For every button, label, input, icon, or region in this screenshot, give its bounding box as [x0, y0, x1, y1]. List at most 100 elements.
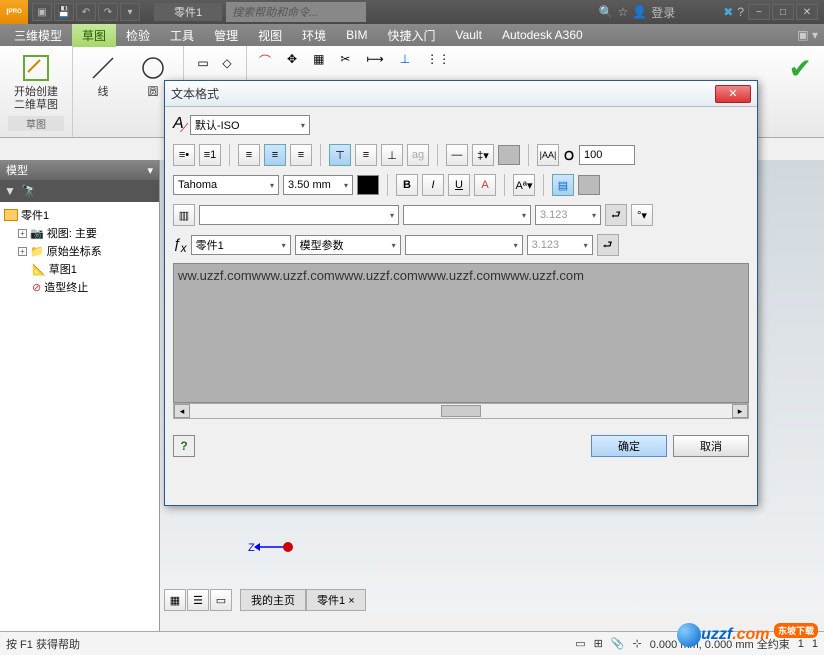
- italic-button[interactable]: I: [422, 174, 444, 196]
- star-icon[interactable]: ☆: [618, 5, 629, 19]
- valign-top-icon[interactable]: ⊤: [329, 144, 351, 166]
- tab-view[interactable]: 视图: [248, 24, 292, 47]
- filter-icon[interactable]: ▼: [4, 184, 16, 198]
- strike-button[interactable]: A: [474, 174, 496, 196]
- line-spacing-icon[interactable]: —: [446, 144, 468, 166]
- align-left-icon[interactable]: ≡: [238, 144, 260, 166]
- horizontal-scrollbar[interactable]: ◂ ▸: [173, 403, 749, 419]
- fit-icon[interactable]: |AA|: [537, 144, 559, 166]
- start-2d-sketch-button[interactable]: 开始创建 二维草图: [8, 50, 64, 114]
- insert-field1-button[interactable]: ⮐: [605, 204, 627, 226]
- save-icon[interactable]: 💾: [54, 3, 74, 21]
- view-tab-icon[interactable]: ▭: [210, 589, 232, 611]
- highlight-swatch[interactable]: [578, 175, 600, 195]
- open-icon[interactable]: ▣: [32, 3, 52, 21]
- help-icon[interactable]: ?: [737, 5, 744, 19]
- x-app-icon[interactable]: ✖: [723, 5, 733, 19]
- help-search-input[interactable]: 搜索帮助和命令...: [226, 2, 366, 22]
- tab-tools[interactable]: 工具: [160, 24, 204, 47]
- tree-sketch1[interactable]: 📐草图1: [4, 260, 155, 278]
- bullet-list-icon[interactable]: ≡•: [173, 144, 195, 166]
- precision2-combo[interactable]: 3.123▾: [527, 235, 593, 255]
- stretch-input[interactable]: [579, 145, 635, 165]
- tab-manage[interactable]: 管理: [204, 24, 248, 47]
- scroll-right-icon[interactable]: ▸: [732, 404, 748, 418]
- text-style-combo[interactable]: 默认-ISO▾: [190, 115, 310, 135]
- redo-icon[interactable]: ↷: [98, 3, 118, 21]
- browser-dropdown-icon[interactable]: ▾: [147, 164, 153, 177]
- doctab[interactable]: 零件1 ×: [306, 589, 366, 611]
- undo-icon[interactable]: ↶: [76, 3, 96, 21]
- spacing-dd-icon[interactable]: ‡▾: [472, 144, 494, 166]
- column-icon[interactable]: ▥: [173, 204, 195, 226]
- tab-getstarted[interactable]: 快捷入门: [377, 24, 445, 47]
- symbol-icon[interactable]: ▤: [552, 174, 574, 196]
- title-bar: IPRO ▣ 💾 ↶ ↷ ▾ 零件1 搜索帮助和命令... 🔍 ☆ 👤 登录 ✖…: [0, 0, 824, 24]
- close-button[interactable]: ✕: [796, 4, 818, 20]
- tab-environment[interactable]: 环境: [292, 24, 336, 47]
- line-tool[interactable]: 线: [81, 50, 125, 101]
- tab-a360[interactable]: Autodesk A360: [492, 25, 593, 45]
- tab-vault[interactable]: Vault: [445, 25, 491, 45]
- qat-dropdown-icon[interactable]: ▾: [120, 3, 140, 21]
- scroll-left-icon[interactable]: ◂: [174, 404, 190, 418]
- param-source-combo[interactable]: 零件1▾: [191, 235, 291, 255]
- view-mode-icon[interactable]: ▦: [164, 589, 186, 611]
- spacing-swatch[interactable]: [498, 145, 520, 165]
- maximize-button[interactable]: □: [772, 4, 794, 20]
- view-list-icon[interactable]: ☰: [187, 589, 209, 611]
- tree-root[interactable]: 零件1: [4, 206, 155, 224]
- hometab[interactable]: 我的主页: [240, 589, 306, 611]
- ok-button[interactable]: 确定: [591, 435, 667, 457]
- model-browser: 模型 ▾ ▼ 🔭 零件1 +📷视图: 主要 +📁原始坐标系 📐草图1 ⊘造型终止: [0, 160, 160, 631]
- valign-mid-icon[interactable]: ≡: [355, 144, 377, 166]
- text-color-swatch[interactable]: [357, 175, 379, 195]
- minimize-button[interactable]: −: [748, 4, 770, 20]
- login-link[interactable]: 登录: [651, 4, 675, 21]
- field-combo[interactable]: ▾: [403, 205, 531, 225]
- caps-icon[interactable]: Aª▾: [513, 174, 535, 196]
- cancel-button[interactable]: 取消: [673, 435, 749, 457]
- source-combo[interactable]: ▾: [199, 205, 399, 225]
- font-combo[interactable]: Tahoma▾: [173, 175, 279, 195]
- binoculars-icon[interactable]: 🔭: [22, 184, 37, 198]
- status-snap-icon[interactable]: ⊹: [633, 637, 642, 650]
- status-icon3[interactable]: 📎: [611, 637, 625, 650]
- number-list-icon[interactable]: ≡1: [199, 144, 221, 166]
- tab-close-icon[interactable]: ×: [348, 595, 354, 607]
- align-center-icon[interactable]: ≡: [264, 144, 286, 166]
- tab-3dmodel[interactable]: 三维模型: [4, 24, 72, 47]
- origin-marker: Z: [248, 539, 298, 555]
- dialog-close-button[interactable]: ✕: [715, 85, 751, 103]
- tab-inspect[interactable]: 检验: [116, 24, 160, 47]
- insert-param-button[interactable]: ⮐: [597, 234, 619, 256]
- valign-bot-icon[interactable]: ⊥: [381, 144, 403, 166]
- deg-icon[interactable]: °▾: [631, 204, 653, 226]
- tree-view[interactable]: +📷视图: 主要: [4, 224, 155, 242]
- param-type-combo[interactable]: 模型参数▾: [295, 235, 401, 255]
- dialog-help-button[interactable]: ?: [173, 435, 195, 457]
- finish-sketch-button[interactable]: ✔: [789, 52, 812, 131]
- user-icon[interactable]: 👤: [632, 5, 647, 19]
- param-name-combo[interactable]: ▾: [405, 235, 523, 255]
- align-right-icon[interactable]: ≡: [290, 144, 312, 166]
- app-logo[interactable]: IPRO: [0, 0, 28, 24]
- shape-icon[interactable]: ◇: [216, 52, 238, 74]
- bg-icon[interactable]: ag: [407, 144, 429, 166]
- tab-bim[interactable]: BIM: [336, 25, 377, 45]
- tab-sketch[interactable]: 草图: [72, 24, 116, 47]
- tree-end[interactable]: ⊘造型终止: [4, 278, 155, 296]
- underline-button[interactable]: U: [448, 174, 470, 196]
- bold-button[interactable]: B: [396, 174, 418, 196]
- status-icon1[interactable]: ▭: [575, 637, 585, 650]
- tree-origin[interactable]: +📁原始坐标系: [4, 242, 155, 260]
- status-icon2[interactable]: ⊞: [594, 637, 603, 650]
- rect-icon[interactable]: ▭: [192, 52, 214, 74]
- text-editor[interactable]: ww.uzzf.comwww.uzzf.comwww.uzzf.comwww.u…: [173, 263, 749, 403]
- search-icon[interactable]: 🔍: [599, 5, 614, 19]
- precision1-combo[interactable]: 3.123▾: [535, 205, 601, 225]
- scroll-thumb[interactable]: [441, 405, 481, 417]
- ribbon-collapse-icon[interactable]: ▣ ▾: [797, 28, 824, 42]
- browser-title: 模型: [6, 162, 28, 178]
- size-combo[interactable]: 3.50 mm▾: [283, 175, 353, 195]
